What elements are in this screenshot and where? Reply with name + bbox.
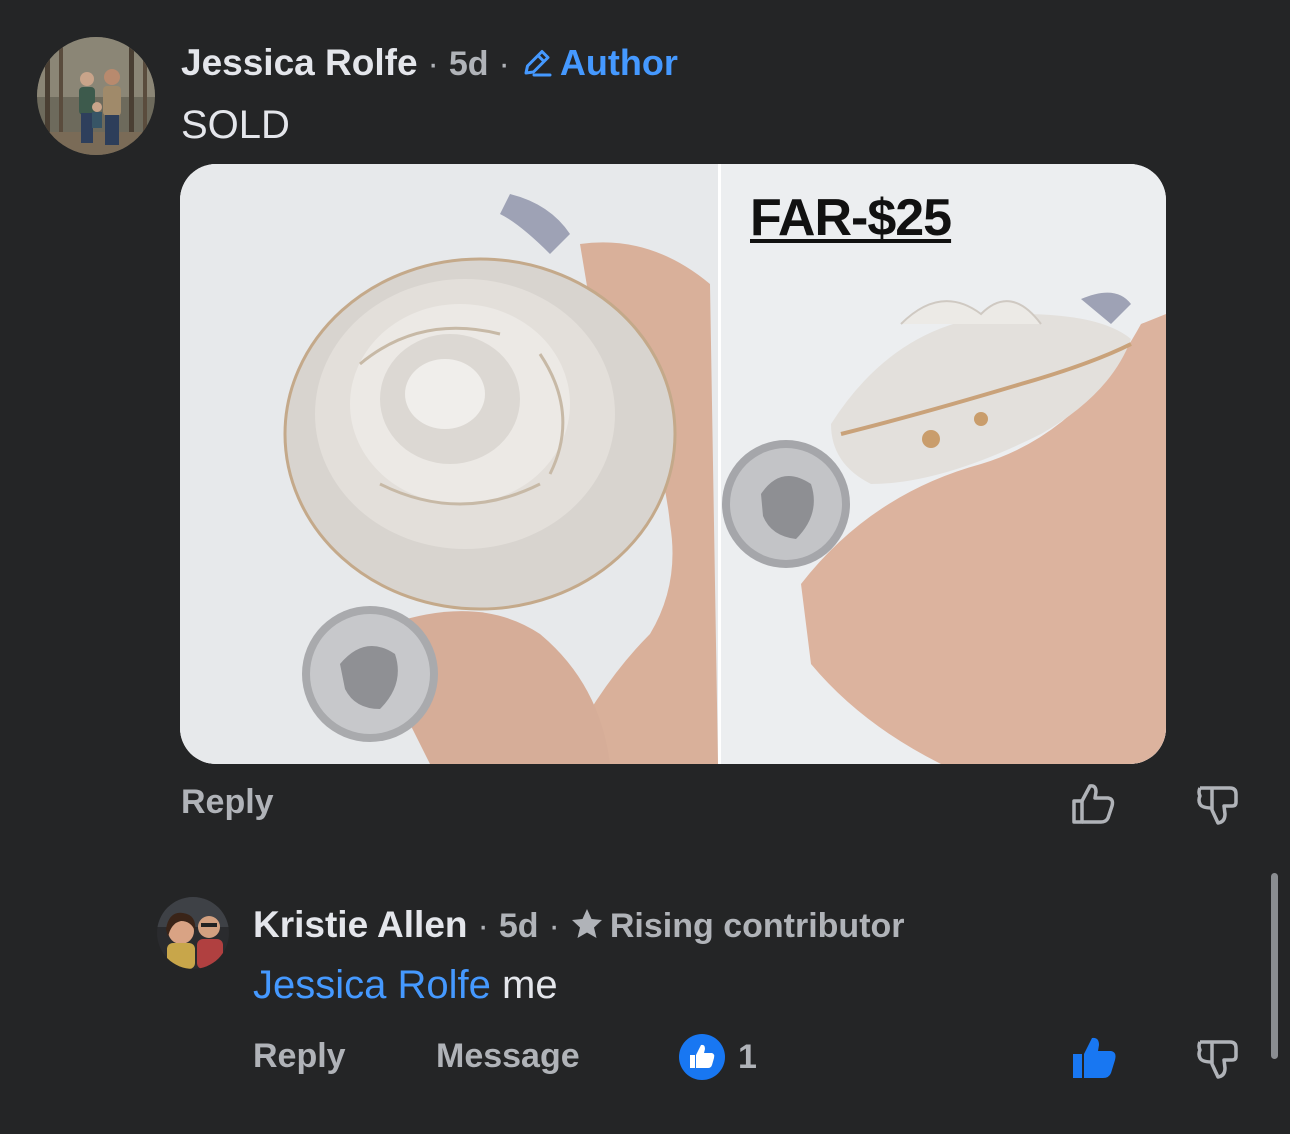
thumbs-down-icon[interactable]	[1196, 1036, 1240, 1082]
star-icon	[570, 907, 604, 939]
photo-caption: FAR-$25	[750, 189, 952, 247]
meta-separator: ·	[477, 907, 489, 945]
thumbs-up-icon[interactable]	[1070, 1034, 1118, 1082]
photo-left-panel	[180, 164, 718, 764]
comment-text: SOLD	[181, 103, 290, 147]
thumbs-down-icon[interactable]	[1196, 782, 1240, 828]
reaction-count: 1	[738, 1037, 757, 1076]
comment-photo[interactable]	[180, 164, 1166, 764]
author-badge: Author	[559, 42, 678, 83]
scrollbar[interactable]	[1271, 873, 1278, 1059]
photo-right-panel	[721, 164, 1166, 764]
rising-contributor-badge: Rising contributor	[609, 907, 905, 945]
reply-button[interactable]: Reply	[253, 1037, 346, 1076]
reply-button[interactable]: Reply	[181, 783, 274, 822]
avatar-kristie-allen[interactable]	[157, 897, 229, 969]
thumbs-up-icon[interactable]	[1070, 780, 1118, 828]
message-button[interactable]: Message	[436, 1037, 580, 1076]
reply-time[interactable]: 5d	[499, 907, 539, 946]
comment-author-name[interactable]: Jessica Rolfe	[181, 42, 418, 84]
avatar-jessica-rolfe[interactable]	[37, 37, 155, 155]
reaction-summary[interactable]: 1	[678, 1033, 757, 1081]
mention-link[interactable]: Jessica Rolfe	[253, 963, 491, 1007]
meta-separator: ·	[427, 45, 439, 83]
like-reaction-icon	[678, 1033, 726, 1081]
reply-author-name[interactable]: Kristie Allen	[253, 904, 468, 946]
meta-separator: ·	[498, 45, 510, 83]
pencil-icon	[520, 47, 554, 77]
comment-time[interactable]: 5d	[449, 45, 489, 84]
reply-text: me	[502, 963, 558, 1007]
meta-separator: ·	[548, 907, 560, 945]
